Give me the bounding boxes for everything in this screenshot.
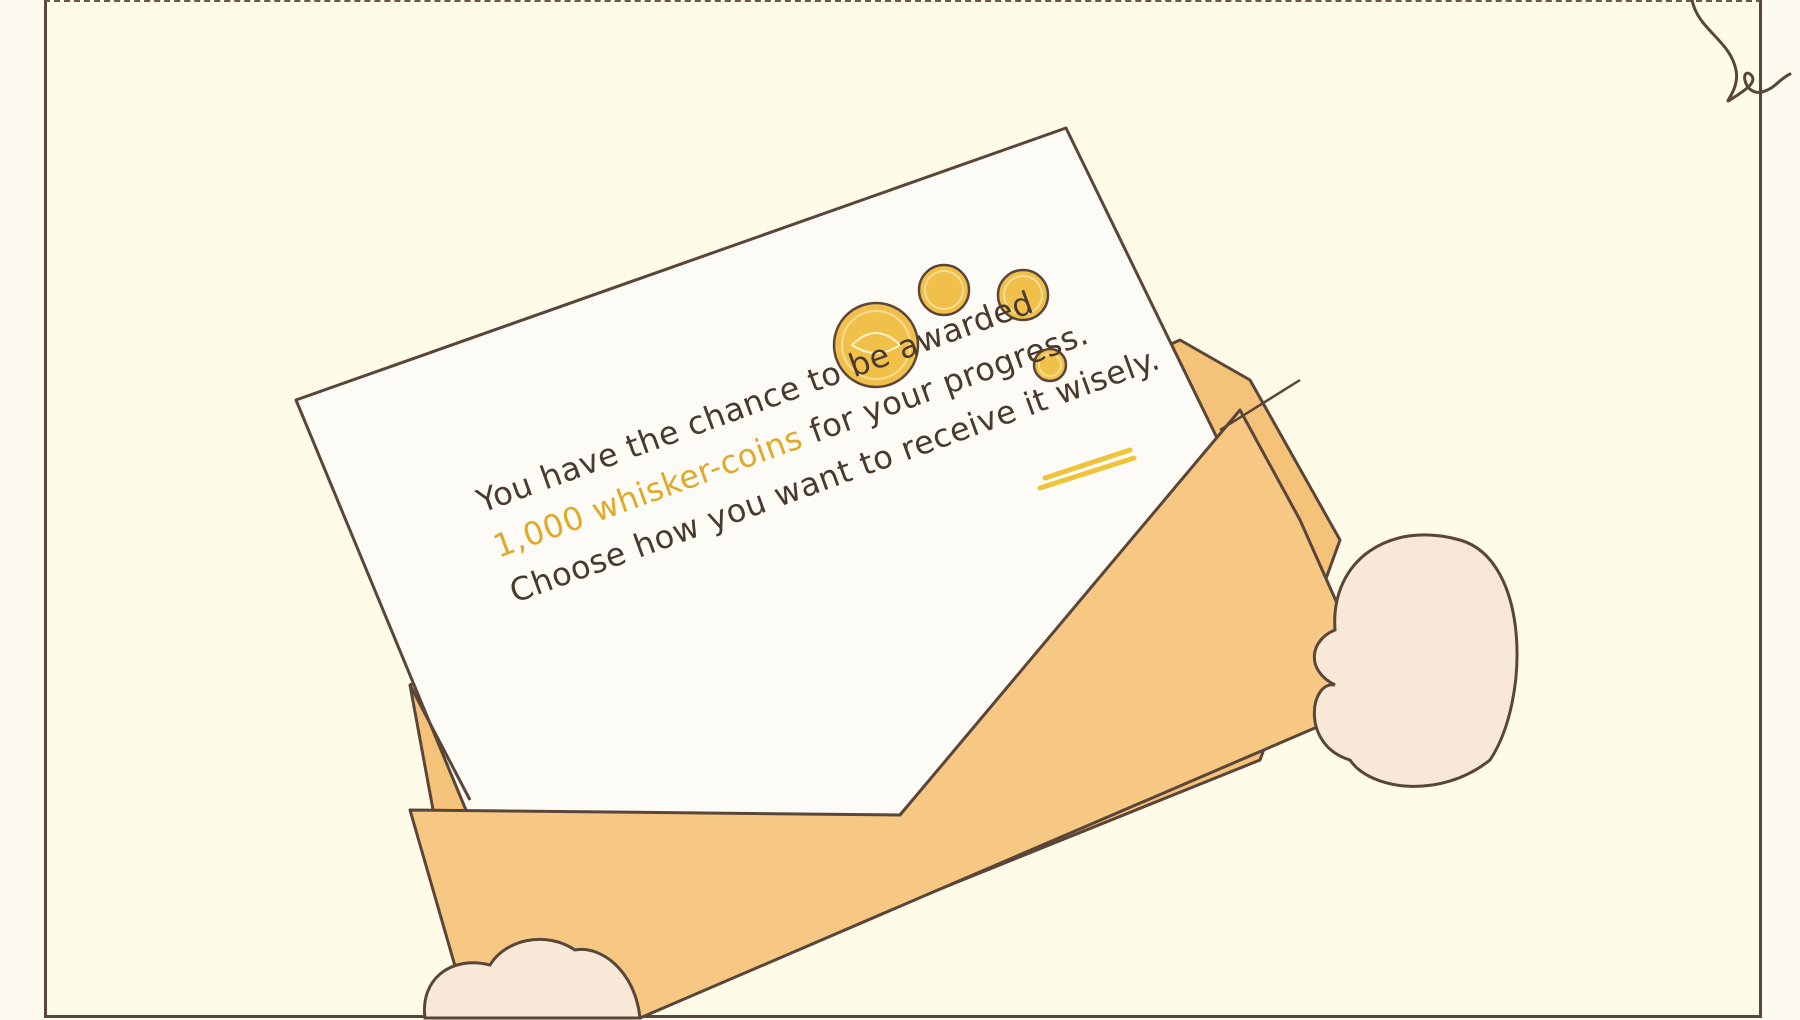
scene-illustration <box>294 0 1792 1020</box>
game-scene: You have the chance to be awarded 1,000 … <box>0 0 1800 1020</box>
paw-icon <box>1312 533 1519 788</box>
curl-decoration-icon <box>1690 0 1792 103</box>
